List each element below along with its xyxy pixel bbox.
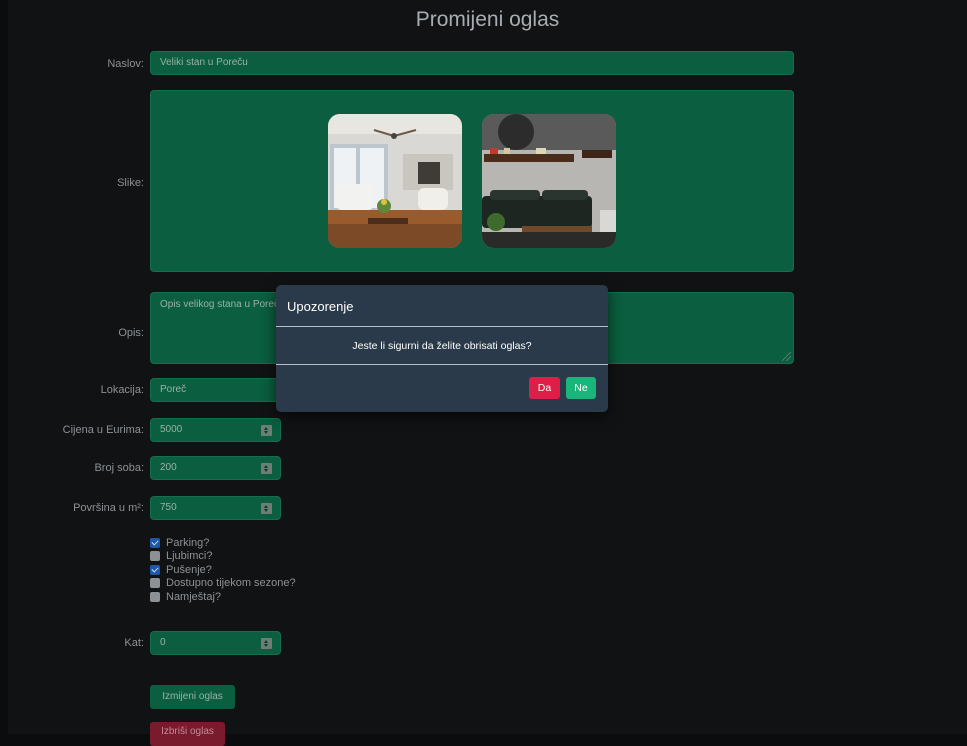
kat-input[interactable]: 0	[150, 631, 281, 655]
broj-soba-label: Broj soba:	[94, 462, 144, 474]
broj-soba-spinner-icon[interactable]	[261, 463, 272, 474]
da-button[interactable]: Da	[529, 377, 560, 399]
opis-value: Opis velikog stana u Poreču	[160, 299, 285, 310]
listing-photo-2[interactable]	[482, 114, 616, 248]
povrsina-value: 750	[160, 502, 177, 513]
amenities-checkbox-group: Parking? Ljubimci? Pušenje? Dostupno tij…	[150, 536, 296, 604]
slike-label: Slike:	[117, 177, 144, 189]
listing-photo-1[interactable]	[328, 114, 462, 248]
pusenje-label: Pušenje?	[166, 563, 212, 576]
modal-title: Upozorenje	[287, 299, 354, 314]
lokacija-input[interactable]: Poreč	[150, 378, 284, 402]
naslov-label: Naslov:	[107, 58, 144, 70]
cijena-value: 5000	[160, 424, 183, 435]
cijena-spinner-icon[interactable]	[261, 425, 272, 436]
povrsina-label: Površina u m²:	[73, 502, 144, 514]
kat-value: 0	[160, 637, 166, 648]
naslov-value: Veliki stan u Poreču	[160, 57, 248, 68]
modal-header-divider	[276, 326, 608, 327]
namjestaj-checkbox[interactable]	[150, 591, 160, 602]
namjestaj-label: Namještaj?	[166, 590, 222, 603]
dostupno-label: Dostupno tijekom sezone?	[166, 577, 296, 590]
ljubimci-label: Ljubimci?	[166, 550, 213, 563]
checkbox-row-namjestaj[interactable]: Namještaj?	[150, 590, 296, 604]
lokacija-label: Lokacija:	[100, 384, 144, 396]
checkbox-row-pusenje[interactable]: Pušenje?	[150, 563, 296, 577]
checkbox-row-ljubimci[interactable]: Ljubimci?	[150, 550, 296, 564]
povrsina-spinner-icon[interactable]	[261, 503, 272, 514]
kat-label: Kat:	[124, 637, 144, 649]
naslov-input[interactable]: Veliki stan u Poreču	[150, 51, 794, 75]
modal-footer-divider	[276, 364, 608, 365]
confirm-delete-modal: Upozorenje Jeste li sigurni da želite ob…	[276, 285, 608, 412]
lokacija-value: Poreč	[160, 384, 187, 395]
kat-spinner-icon[interactable]	[261, 638, 272, 649]
images-container	[150, 90, 794, 272]
cijena-label: Cijena u Eurima:	[62, 424, 144, 436]
dostupno-checkbox[interactable]	[150, 578, 160, 589]
izmijeni-oglas-button[interactable]: Izmijeni oglas	[150, 685, 235, 709]
checkbox-row-parking[interactable]: Parking?	[150, 536, 296, 550]
resize-grip-icon[interactable]	[782, 352, 791, 361]
pusenje-checkbox[interactable]	[150, 564, 160, 575]
ne-button[interactable]: Ne	[566, 377, 596, 399]
modal-message: Jeste li sigurni da želite obrisati ogla…	[352, 340, 532, 352]
broj-soba-value: 200	[160, 462, 177, 473]
povrsina-input[interactable]: 750	[150, 496, 281, 520]
cijena-input[interactable]: 5000	[150, 418, 281, 442]
broj-soba-input[interactable]: 200	[150, 456, 281, 480]
opis-label: Opis:	[118, 327, 144, 339]
izbrisi-oglas-button[interactable]: Izbriši oglas	[150, 722, 225, 746]
parking-checkbox[interactable]	[150, 537, 160, 548]
ljubimci-checkbox[interactable]	[150, 551, 160, 562]
checkbox-row-dostupno[interactable]: Dostupno tijekom sezone?	[150, 577, 296, 591]
page-title: Promijeni oglas	[415, 8, 560, 31]
parking-label: Parking?	[166, 536, 210, 549]
